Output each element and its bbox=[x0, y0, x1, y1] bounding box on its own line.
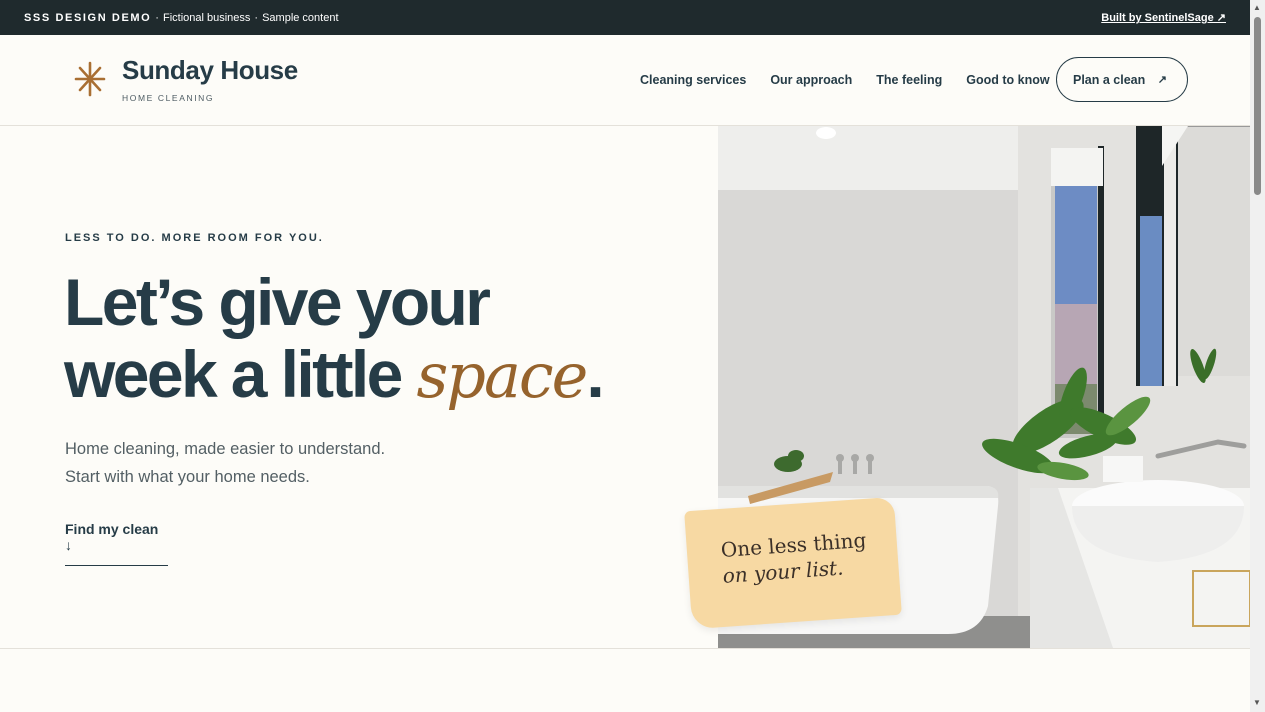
note-card: One less thing on your list. bbox=[684, 496, 902, 630]
brand-tagline: HOME CLEANING bbox=[122, 93, 215, 103]
headline-line-1: Let’s give your bbox=[64, 265, 491, 339]
demo-separator: · bbox=[254, 11, 259, 24]
plan-a-clean-label: Plan a clean bbox=[1073, 72, 1146, 87]
note-text: One less thing on your list. bbox=[720, 527, 869, 589]
scroll-up-arrow-icon[interactable]: ▲ bbox=[1253, 3, 1261, 12]
demo-fictional-text: Fictional business bbox=[162, 11, 251, 24]
headline-line-2: week a little bbox=[64, 337, 417, 411]
demo-banner-left: SSS DESIGN DEMO · Fictional business · S… bbox=[24, 12, 339, 24]
hero-subtext-line-2: Start with what your home needs. bbox=[65, 468, 310, 486]
demo-separator: · bbox=[155, 11, 159, 24]
hero-section: LESS TO DO. MORE ROOM FOR YOU. Let’s giv… bbox=[0, 126, 1250, 649]
headline-accent-word: space bbox=[416, 339, 588, 412]
demo-banner: SSS DESIGN DEMO · Fictional business · S… bbox=[0, 0, 1250, 35]
nav-item-good-to-know[interactable]: Good to know bbox=[966, 73, 1049, 87]
hero-subtext-line-1: Home cleaning, made easier to understand… bbox=[65, 440, 386, 458]
nav-item-our-approach[interactable]: Our approach bbox=[770, 73, 852, 87]
main-nav: Cleaning services Our approach The feeli… bbox=[640, 35, 1050, 125]
brand-text: Sunday House HOME CLEANING bbox=[122, 55, 298, 103]
nav-item-cleaning-services[interactable]: Cleaning services bbox=[640, 73, 746, 87]
demo-sample-text: Sample content bbox=[262, 11, 339, 24]
logo[interactable]: Sunday House HOME CLEANING bbox=[72, 55, 298, 103]
built-by-link[interactable]: Built by SentinelSage ↗ bbox=[1101, 11, 1226, 24]
demo-label: SSS DESIGN DEMO bbox=[24, 11, 152, 24]
site-header: Sunday House HOME CLEANING Cleaning serv… bbox=[0, 35, 1250, 126]
arrow-up-right-icon: ↗ bbox=[1157, 74, 1167, 86]
asterisk-icon bbox=[74, 61, 106, 97]
headline-period: . bbox=[586, 337, 604, 411]
hero-headline: Let’s give your week a little space. bbox=[64, 265, 605, 412]
find-my-clean-link[interactable]: Find my clean ↓ bbox=[65, 521, 168, 566]
page-scrollbar[interactable]: ▲ ▼ bbox=[1250, 0, 1265, 712]
scroll-down-arrow-icon[interactable]: ▼ bbox=[1253, 698, 1261, 707]
brand-name: Sunday House bbox=[122, 55, 298, 85]
nav-item-the-feeling[interactable]: The feeling bbox=[876, 73, 942, 87]
scrollbar-thumb[interactable] bbox=[1254, 17, 1261, 195]
plan-a-clean-button[interactable]: Plan a clean ↗ bbox=[1056, 57, 1188, 102]
hero-subtext: Home cleaning, made easier to understand… bbox=[65, 435, 385, 491]
hero-eyebrow: LESS TO DO. MORE ROOM FOR YOU. bbox=[65, 232, 324, 244]
